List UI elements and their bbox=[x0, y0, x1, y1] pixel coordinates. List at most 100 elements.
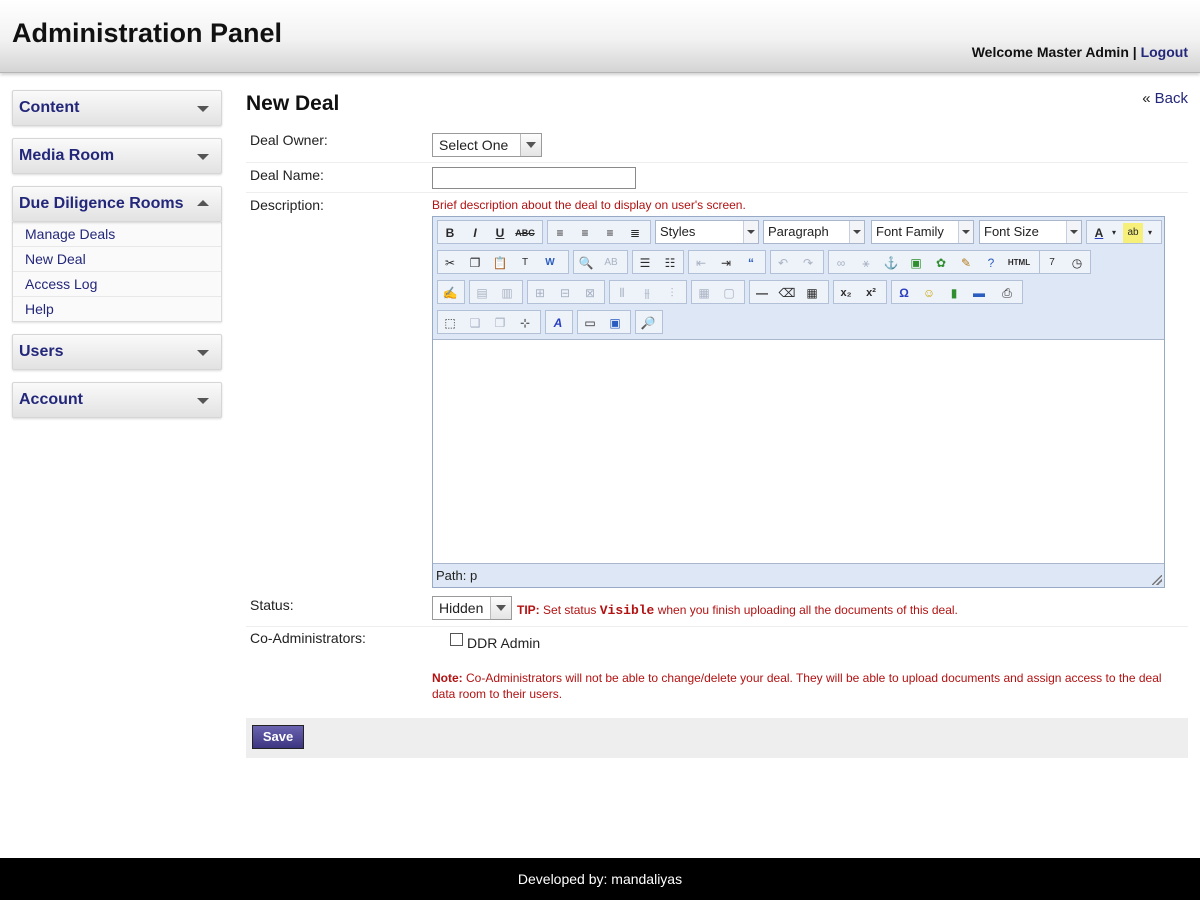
insert-layer-icon[interactable]: ⬚ bbox=[440, 313, 460, 333]
align-left-icon[interactable]: ≡ bbox=[550, 223, 570, 243]
save-button[interactable]: Save bbox=[252, 725, 304, 749]
table-icon[interactable]: ▦ bbox=[802, 283, 822, 303]
eraser-icon[interactable]: ⌫ bbox=[777, 283, 797, 303]
status-tip: TIP: Set status Visible when you finish … bbox=[517, 603, 958, 618]
align-right-icon[interactable]: ≡ bbox=[600, 223, 620, 243]
form-row-name: Deal Name: bbox=[246, 162, 1188, 193]
sidebar-header-content[interactable]: Content bbox=[12, 90, 222, 126]
double-chevron-left-icon: « bbox=[1142, 90, 1151, 107]
italic-icon[interactable]: I bbox=[465, 223, 485, 243]
undo-icon[interactable]: ↶ bbox=[773, 253, 793, 273]
insert-time-icon[interactable]: ◷ bbox=[1067, 253, 1087, 273]
unlink-icon[interactable]: ⚹ bbox=[856, 253, 876, 273]
nonbreaking-icon[interactable]: ▬ bbox=[969, 283, 989, 303]
copy-icon[interactable]: ❐ bbox=[465, 253, 485, 273]
redo-icon[interactable]: ↷ bbox=[798, 253, 818, 273]
logout-link[interactable]: Logout bbox=[1141, 44, 1188, 60]
back-link[interactable]: «Back bbox=[1142, 90, 1188, 107]
sidebar-item-help[interactable]: Help bbox=[13, 297, 221, 321]
strikethrough-icon[interactable]: ABC bbox=[515, 223, 535, 243]
highlight-color-icon[interactable]: ab bbox=[1123, 223, 1143, 243]
status-select[interactable]: Hidden bbox=[432, 596, 512, 620]
horizontal-rule-icon[interactable]: — bbox=[752, 283, 772, 303]
move-backward-icon[interactable]: ❐ bbox=[490, 313, 510, 333]
cut-icon[interactable]: ✂ bbox=[440, 253, 460, 273]
absolute-position-icon[interactable]: ⊹ bbox=[515, 313, 535, 333]
insert-col-after-icon[interactable]: ⫵ bbox=[637, 283, 657, 303]
numbered-list-icon[interactable]: ☷ bbox=[660, 253, 680, 273]
insert-date-icon[interactable]: 7 bbox=[1042, 253, 1062, 273]
sidebar-header-label: Account bbox=[19, 391, 83, 408]
sidebar-item-access-log[interactable]: Access Log bbox=[13, 272, 221, 297]
split-cells-icon[interactable]: ▦ bbox=[694, 283, 714, 303]
chevron-down-icon[interactable]: ▾ bbox=[1145, 223, 1155, 243]
row-props-icon[interactable]: ▤ bbox=[472, 283, 492, 303]
insert-col-before-icon[interactable]: ⫴ bbox=[612, 283, 632, 303]
chevron-down-icon bbox=[743, 221, 758, 243]
sidebar-header-due-diligence[interactable]: Due Diligence Rooms bbox=[12, 186, 222, 222]
brush-icon[interactable]: ✎ bbox=[956, 253, 976, 273]
insert-row-after-icon[interactable]: ⊟ bbox=[555, 283, 575, 303]
paragraph-select[interactable]: Paragraph bbox=[763, 220, 865, 244]
help-icon[interactable]: ? bbox=[981, 253, 1001, 273]
subscript-icon[interactable]: x₂ bbox=[836, 283, 856, 303]
underline-icon[interactable]: U bbox=[490, 223, 510, 243]
indent-icon[interactable]: ⇥ bbox=[716, 253, 736, 273]
font-size-select[interactable]: Font Size bbox=[979, 220, 1082, 244]
welcome-text: Welcome Master Admin bbox=[971, 44, 1129, 60]
media-icon[interactable]: ▮ bbox=[944, 283, 964, 303]
blockquote-icon[interactable]: “ bbox=[741, 253, 761, 273]
paste-text-icon[interactable]: T bbox=[515, 253, 535, 273]
sidebar-header-account[interactable]: Account bbox=[12, 382, 222, 418]
sidebar-item-new-deal[interactable]: New Deal bbox=[13, 247, 221, 272]
anchor-icon[interactable]: ⚓ bbox=[881, 253, 901, 273]
cleanup-icon[interactable]: ✿ bbox=[931, 253, 951, 273]
form-row-owner: Deal Owner: Select One bbox=[246, 130, 1188, 163]
delete-col-icon[interactable]: ⫶ bbox=[662, 283, 682, 303]
image-icon[interactable]: ▣ bbox=[906, 253, 926, 273]
superscript-icon[interactable]: x² bbox=[861, 283, 881, 303]
sidebar-header-media-room[interactable]: Media Room bbox=[12, 138, 222, 174]
paste-word-icon[interactable]: W bbox=[540, 253, 560, 273]
paste-icon[interactable]: 📋 bbox=[490, 253, 510, 273]
cell-props-icon[interactable]: ▥ bbox=[497, 283, 517, 303]
text-color-icon[interactable]: A bbox=[1089, 223, 1109, 243]
html-source-icon[interactable]: HTML bbox=[1006, 253, 1032, 273]
status-value: Hidden bbox=[439, 600, 484, 616]
editor-toolbar: B I U ABC ≡ ≡ ≡ ≣ Styles Paragraph Font … bbox=[433, 217, 1164, 340]
style-props-icon[interactable]: A bbox=[548, 313, 568, 333]
styles-select[interactable]: Styles bbox=[655, 220, 759, 244]
align-justify-icon[interactable]: ≣ bbox=[625, 223, 645, 243]
sidebar-item-manage-deals[interactable]: Manage Deals bbox=[13, 222, 221, 247]
link-icon[interactable]: ∞ bbox=[831, 253, 851, 273]
deal-owner-select[interactable]: Select One bbox=[432, 133, 542, 157]
edit-table-icon[interactable]: ✍ bbox=[440, 283, 460, 303]
replace-icon[interactable]: AB bbox=[601, 253, 621, 273]
find-icon[interactable]: 🔍 bbox=[576, 253, 596, 273]
description-hint: Brief description about the deal to disp… bbox=[432, 198, 746, 212]
bold-icon[interactable]: B bbox=[440, 223, 460, 243]
merge-cells-icon[interactable]: ▢ bbox=[719, 283, 739, 303]
move-forward-icon[interactable]: ❏ bbox=[465, 313, 485, 333]
resize-grip-icon[interactable] bbox=[1152, 575, 1162, 585]
font-family-select[interactable]: Font Family bbox=[871, 220, 974, 244]
align-center-icon[interactable]: ≡ bbox=[575, 223, 595, 243]
sidebar-section-media-room: Media Room bbox=[12, 138, 222, 174]
fullscreen-icon[interactable]: ▣ bbox=[605, 313, 625, 333]
deal-name-input[interactable] bbox=[432, 167, 636, 189]
preview-icon[interactable]: 🔎 bbox=[638, 313, 658, 333]
visual-aid-icon[interactable]: ▭ bbox=[580, 313, 600, 333]
sidebar-header-users[interactable]: Users bbox=[12, 334, 222, 370]
sidebar-header-label: Media Room bbox=[19, 147, 115, 164]
emoticon-icon[interactable]: ☺ bbox=[919, 283, 939, 303]
coadmin-checkbox[interactable] bbox=[450, 633, 463, 646]
chevron-down-icon[interactable]: ▾ bbox=[1109, 223, 1119, 243]
outdent-icon[interactable]: ⇤ bbox=[691, 253, 711, 273]
print-icon[interactable]: ⎙ bbox=[997, 283, 1017, 303]
bullet-list-icon[interactable]: ☰ bbox=[635, 253, 655, 273]
editor-content-area[interactable] bbox=[433, 340, 1164, 563]
special-char-icon[interactable]: Ω bbox=[894, 283, 914, 303]
insert-row-before-icon[interactable]: ⊞ bbox=[530, 283, 550, 303]
tip-label: TIP: bbox=[517, 603, 540, 617]
delete-row-icon[interactable]: ⊠ bbox=[580, 283, 600, 303]
